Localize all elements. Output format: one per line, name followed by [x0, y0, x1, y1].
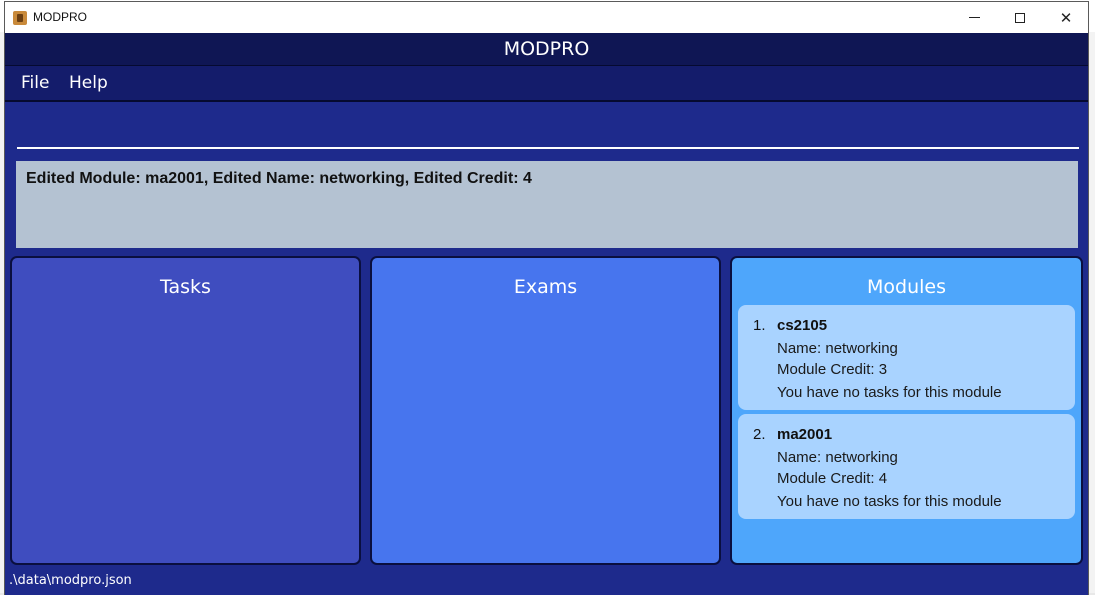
module-credit: Module Credit: 3 [777, 361, 888, 378]
window-title: MODPRO [33, 10, 87, 24]
close-icon: ✕ [1059, 8, 1073, 27]
minimize-icon [968, 17, 980, 18]
module-tasks-status: You have no tasks for this module [777, 384, 1002, 401]
tasks-panel[interactable]: Tasks [10, 256, 361, 565]
tasks-panel-title: Tasks [160, 276, 211, 298]
maximize-icon [1015, 12, 1025, 23]
module-name: Name: networking [777, 340, 898, 357]
menu-bar: File Help [5, 66, 1088, 102]
module-card[interactable]: 1. cs2105 Name: networking Module Credit… [738, 305, 1075, 410]
app-header: MODPRO [5, 33, 1088, 65]
result-display: Edited Module: ma2001, Edited Name: netw… [16, 161, 1078, 248]
data-file-path: .\data\modpro.json [9, 573, 132, 588]
module-code: ma2001 [777, 426, 833, 443]
module-card[interactable]: 2. ma2001 Name: networking Module Credit… [738, 414, 1075, 519]
minimize-button[interactable] [951, 2, 997, 33]
module-name: Name: networking [777, 449, 898, 466]
app-icon [13, 11, 27, 25]
status-bar: .\data\modpro.json [5, 568, 1088, 595]
module-tasks-status: You have no tasks for this module [777, 493, 1002, 510]
close-button[interactable]: ✕ [1043, 2, 1089, 33]
menu-file[interactable]: File [21, 73, 49, 93]
menu-help[interactable]: Help [69, 73, 108, 93]
modules-panel-title: Modules [867, 276, 946, 298]
module-credit: Module Credit: 4 [777, 470, 888, 487]
modules-panel[interactable]: Modules 1. cs2105 Name: networking Modul… [730, 256, 1083, 565]
exams-panel-title: Exams [513, 276, 578, 298]
app-window: MODPRO ✕ MODPRO File Help Edited Module:… [4, 1, 1089, 595]
result-message: Edited Module: ma2001, Edited Name: netw… [26, 170, 532, 187]
module-code: cs2105 [777, 317, 828, 334]
module-index: 2. [753, 426, 766, 443]
command-input[interactable] [17, 107, 1079, 149]
maximize-button[interactable] [997, 2, 1043, 33]
app-header-title: MODPRO [503, 38, 590, 60]
window-titlebar[interactable]: MODPRO ✕ [5, 2, 1088, 33]
module-index: 1. [753, 317, 766, 334]
exams-panel[interactable]: Exams [370, 256, 721, 565]
command-box [5, 103, 1088, 159]
